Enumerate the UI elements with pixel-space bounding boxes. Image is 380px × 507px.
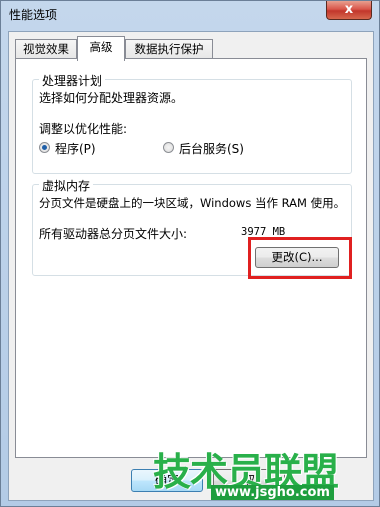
- total-paging-file-label: 所有驱动器总分页文件大小:: [39, 227, 188, 241]
- radio-programs[interactable]: 程序(P): [39, 140, 149, 156]
- processor-scheduling-group: 处理器计划 选择如何分配处理器资源。 调整以优化性能: 程序(P) 后台服务(S…: [32, 72, 352, 174]
- close-button[interactable]: x: [326, 1, 372, 20]
- processor-scheduling-title: 处理器计划: [39, 72, 106, 89]
- close-icon: x: [344, 2, 354, 17]
- tab-visual-effects[interactable]: 视觉效果: [15, 39, 77, 59]
- processor-scheduling-description: 选择如何分配处理器资源。: [39, 91, 184, 105]
- tab-advanced[interactable]: 高级: [77, 36, 125, 61]
- radio-background-services[interactable]: 后台服务(S): [163, 140, 283, 156]
- watermark-url: www.jsgho.com: [211, 485, 334, 500]
- site-watermark: 技术员联盟 www.jsgho.com: [153, 441, 373, 501]
- optimize-performance-label: 调整以优化性能:: [39, 122, 128, 136]
- tab-label: 数据执行保护: [134, 42, 204, 56]
- radio-background-services-label: 后台服务(S): [179, 142, 244, 156]
- tab-label: 视觉效果: [23, 42, 69, 56]
- virtual-memory-description: 分页文件是硬盘上的一块区域，Windows 当作 RAM 使用。: [39, 196, 346, 210]
- performance-options-window: 性能选项 x 视觉效果 高级 数据执行保护 处理器计划 选择如何分配处理器资源。…: [0, 0, 380, 507]
- radio-button-unselected[interactable]: [163, 142, 174, 153]
- highlight-box: [248, 237, 352, 279]
- window-title: 性能选项: [9, 8, 58, 22]
- radio-button-selected[interactable]: [39, 142, 50, 153]
- radio-programs-label: 程序(P): [55, 142, 96, 156]
- tab-label: 高级: [89, 40, 113, 54]
- tab-data-execution-prevention[interactable]: 数据执行保护: [125, 39, 213, 59]
- virtual-memory-title: 虚拟内存: [39, 177, 94, 194]
